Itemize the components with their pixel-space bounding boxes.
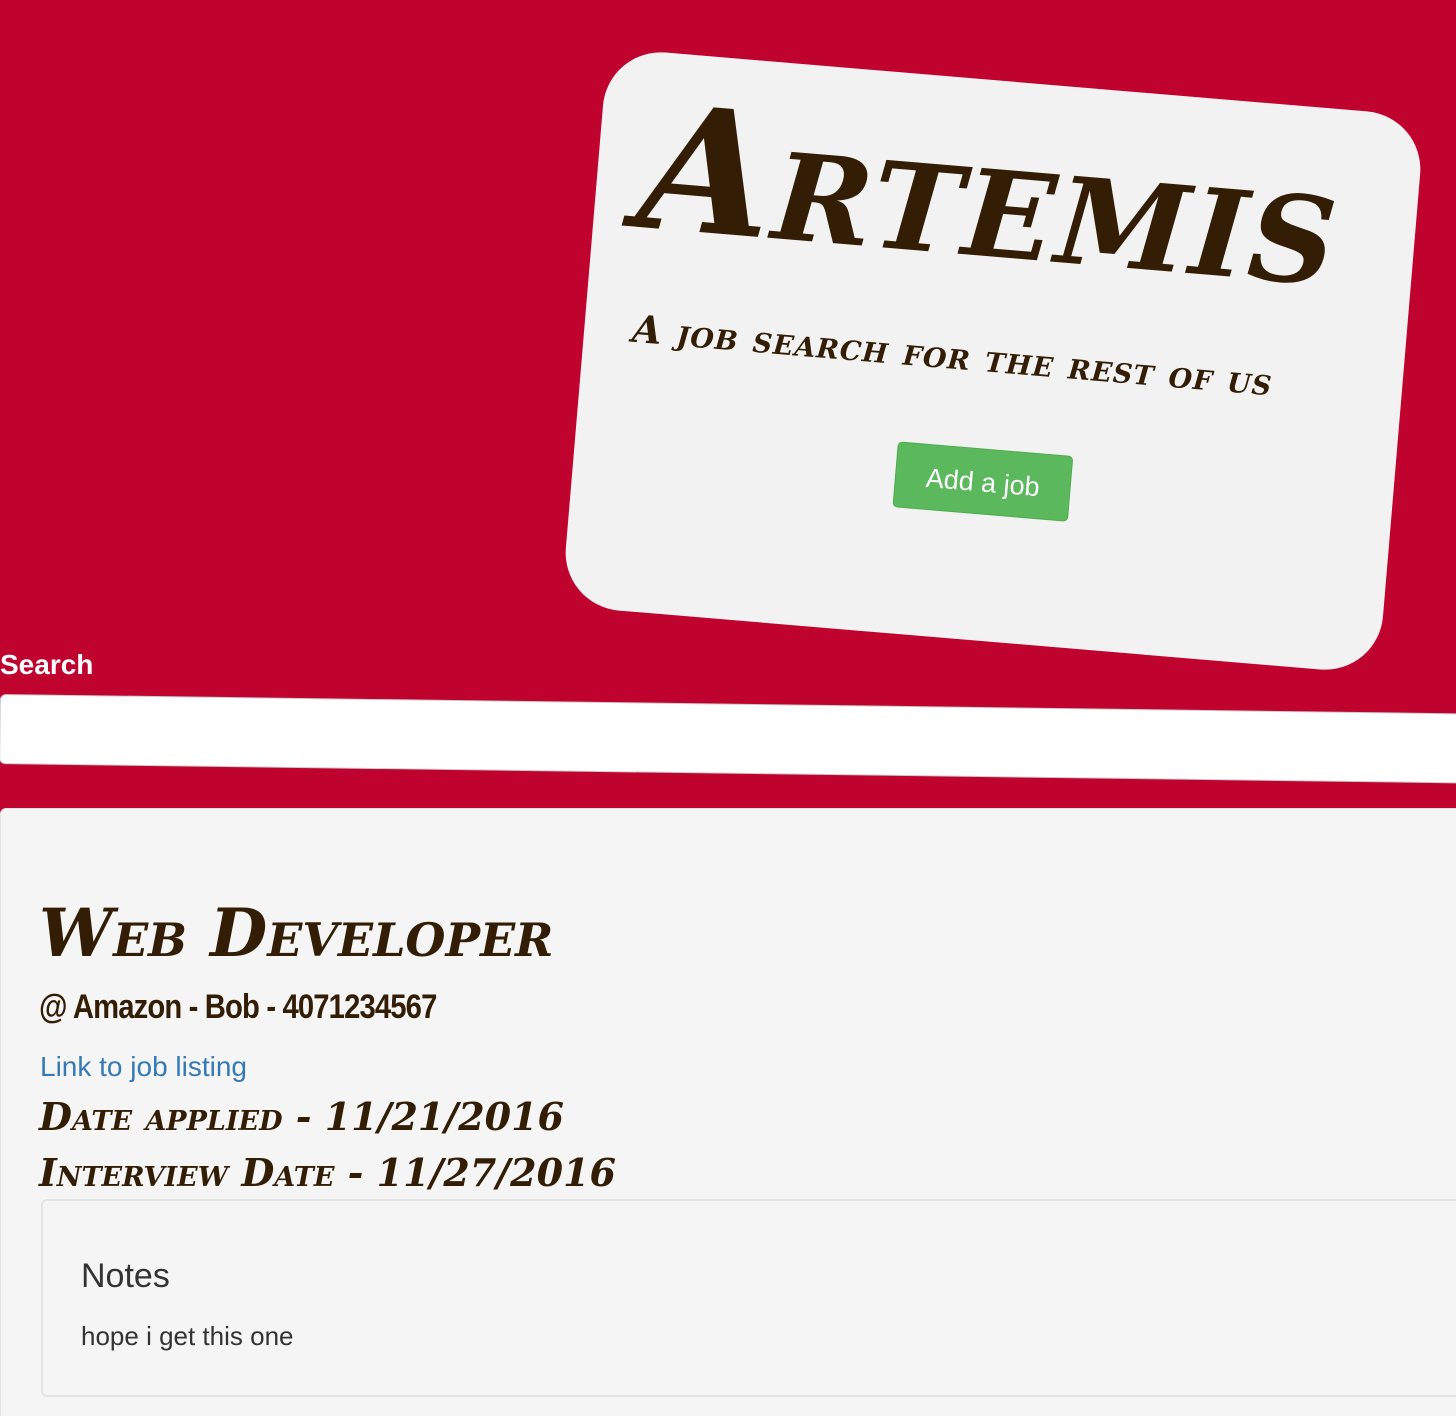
app-title: Artemis <box>631 65 1348 327</box>
job-title: Web Developer <box>39 894 554 972</box>
hero-card: Artemis A job search for the rest of us … <box>561 47 1425 675</box>
interview-date: Interview Date - 11/27/2016 <box>39 1150 616 1195</box>
job-company-contact: @ Amazon - Bob - 4071234567 <box>39 988 437 1026</box>
job-listing-link[interactable]: Link to job listing <box>40 1049 247 1085</box>
search-label: Search <box>0 649 94 680</box>
add-job-button[interactable]: Add a job <box>892 441 1074 522</box>
job-card: Web Developer @ Amazon - Bob - 407123456… <box>0 808 1456 1416</box>
date-applied: Date applied - 11/21/2016 <box>39 1094 564 1139</box>
page: Artemis A job search for the rest of us … <box>0 0 1456 1416</box>
notes-heading: Notes <box>81 1257 170 1295</box>
app-tagline: A job search for the rest of us <box>630 305 1275 405</box>
notes-panel: Notes hope i get this one <box>41 1199 1456 1397</box>
search-input[interactable] <box>0 694 1456 784</box>
notes-text: hope i get this one <box>81 1321 294 1351</box>
